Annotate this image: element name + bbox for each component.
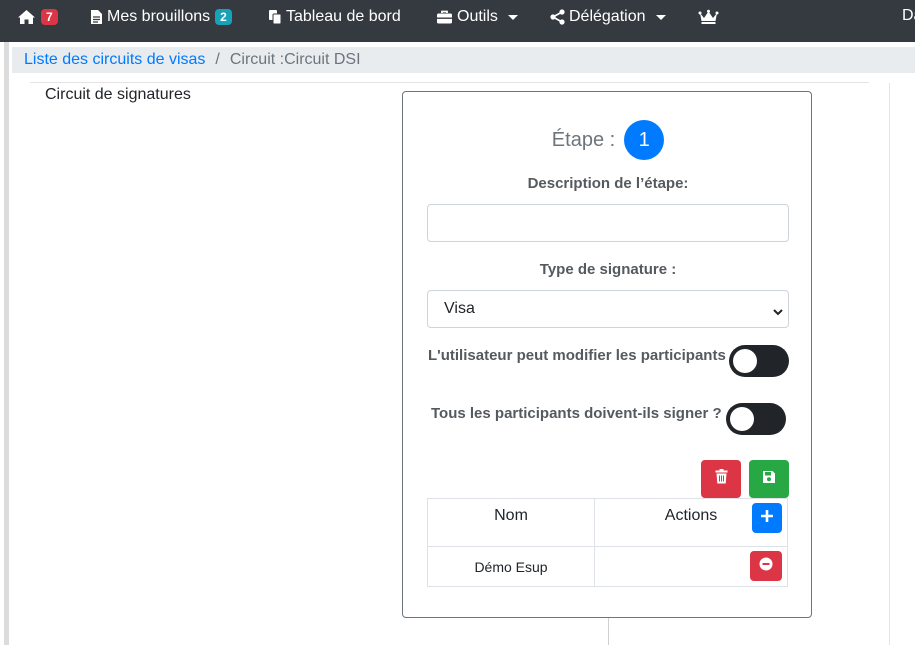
chevron-down-icon	[772, 304, 784, 322]
home-icon	[17, 9, 36, 25]
divider	[30, 82, 869, 83]
home-notification-badge: 7	[41, 9, 58, 25]
participants-table: Nom Actions Démo Esup	[426, 498, 788, 587]
toolbox-icon	[436, 10, 453, 25]
column-header-actions: Actions	[594, 498, 788, 547]
signature-type-label: Type de signature :	[539, 261, 677, 278]
step-card: Étape : 1 Description de l’étape: Type d…	[402, 91, 812, 618]
breadcrumb-current: Circuit :Circuit DSI	[229, 51, 361, 68]
nav-dashboard[interactable]: Tableau de bord	[268, 0, 401, 34]
breadcrumb-link-circuits[interactable]: Liste des circuits de visas	[24, 51, 205, 69]
share-icon	[550, 9, 565, 25]
column-header-nom: Nom	[426, 498, 596, 547]
chevron-down-icon	[507, 14, 518, 20]
section-title: Circuit de signatures	[45, 86, 191, 103]
toggle-all-sign[interactable]	[726, 403, 786, 435]
step-number-badge: 1	[624, 120, 665, 160]
column-header-actions-label: Actions	[664, 507, 718, 524]
chevron-down-icon	[655, 14, 666, 20]
divider-vertical	[889, 83, 890, 645]
nav-delegation-label: Délégation	[569, 8, 646, 25]
table-row: Démo Esup	[426, 546, 788, 587]
toggle-modify-participants-label: L'utilisateur peut modifier les particip…	[428, 347, 726, 364]
nav-user-menu-partial[interactable]: Da	[902, 7, 915, 25]
trash-icon	[715, 469, 728, 489]
toggle-modify-participants[interactable]	[729, 345, 789, 377]
nav-dashboard-label: Tableau de bord	[286, 8, 401, 25]
nav-home[interactable]: 7	[17, 0, 58, 34]
participant-name: Démo Esup	[426, 546, 596, 587]
nav-tools-dropdown[interactable]: Outils	[436, 0, 518, 34]
top-navbar: 7 Mes brouillons 2 Tableau de bord Outil…	[0, 0, 915, 42]
file-signature-icon	[90, 9, 103, 25]
nav-delegation-dropdown[interactable]: Délégation	[550, 0, 666, 34]
drafts-count-badge: 2	[215, 9, 232, 25]
save-icon	[762, 470, 776, 489]
breadcrumb: Liste des circuits de visas / Circuit :C…	[12, 47, 915, 73]
signature-type-select[interactable]: Visa	[427, 290, 789, 328]
signature-type-value: Visa	[444, 300, 475, 317]
minus-circle-icon	[759, 557, 773, 576]
nav-admin[interactable]	[698, 0, 719, 34]
plus-icon	[760, 509, 774, 528]
left-edge	[0, 42, 10, 645]
step-label: Étape :	[551, 128, 616, 151]
nav-tools-label: Outils	[457, 8, 498, 25]
divider-vertical	[608, 618, 609, 645]
toggle-all-sign-label: Tous les participants doivent-ils signer…	[431, 405, 722, 422]
crown-icon	[698, 9, 719, 25]
nav-drafts-label: Mes brouillons	[107, 8, 211, 25]
add-participant-button[interactable]	[752, 503, 783, 533]
nav-drafts[interactable]: Mes brouillons 2	[90, 0, 232, 34]
save-step-button[interactable]	[749, 460, 789, 498]
description-input[interactable]	[427, 204, 789, 242]
table-header-row: Nom Actions	[426, 498, 788, 547]
copy-icon	[268, 9, 282, 25]
participant-actions-cell	[594, 546, 788, 587]
step-header: Étape : 1	[403, 120, 813, 160]
description-label: Description de l’étape:	[527, 175, 689, 192]
remove-participant-button[interactable]	[750, 551, 783, 581]
delete-step-button[interactable]	[701, 460, 741, 498]
breadcrumb-separator: /	[215, 51, 220, 68]
